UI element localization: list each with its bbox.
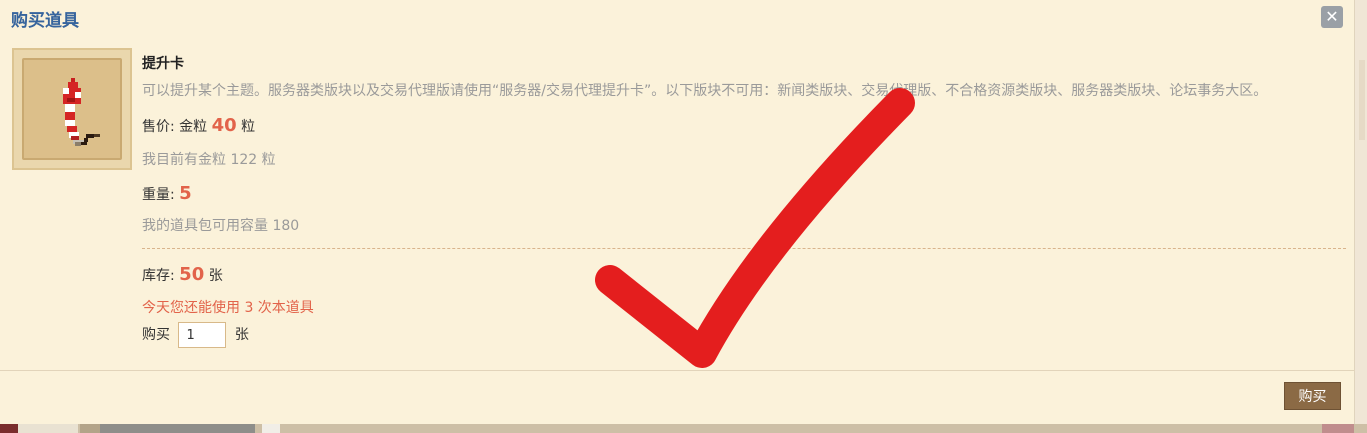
price-label: 售价:	[142, 119, 175, 135]
stock-value: 50	[179, 264, 205, 285]
price-row: 售价: 金粒 40 粒	[142, 115, 255, 136]
balance-text: 我目前有金粒 122 粒	[142, 152, 276, 168]
usage-note: 今天您还能使用 3 次本道具	[142, 300, 314, 316]
weight-row: 重量: 5	[142, 183, 192, 204]
dialog-title: 购买道具	[11, 11, 79, 31]
close-button[interactable]: ✕	[1321, 6, 1343, 28]
quantity-input[interactable]	[178, 322, 227, 348]
item-description: 可以提升某个主题。服务器类版块以及交易代理版请使用“服务器/交易代理提升卡”。以…	[142, 83, 1268, 99]
purchase-label: 购买	[142, 327, 170, 343]
price-unit: 粒	[241, 119, 256, 135]
item-image-frame	[12, 48, 132, 170]
purchase-row: 购买 张	[142, 322, 249, 348]
scrollbar-thumb[interactable]	[1359, 60, 1365, 140]
weight-label: 重量:	[142, 187, 175, 203]
footer-divider	[0, 370, 1354, 371]
stock-row: 库存: 50 张	[142, 264, 223, 285]
weight-value: 5	[179, 183, 192, 204]
buy-item-dialog: 购买道具 ✕ 提升卡 可以提升某个主题。服务器类版块以及交易代理版请使用“服务器…	[0, 0, 1354, 424]
close-icon: ✕	[1325, 7, 1339, 26]
price-value: 40	[211, 115, 237, 136]
stock-label: 库存:	[142, 268, 175, 284]
purchase-unit: 张	[234, 327, 249, 343]
section-divider	[142, 248, 1346, 249]
background-page-strip	[0, 424, 1367, 433]
item-name: 提升卡	[142, 56, 184, 72]
stock-unit: 张	[208, 268, 223, 284]
capacity-text: 我的道具包可用容量 180	[142, 218, 300, 234]
buy-button[interactable]: 购买	[1284, 382, 1341, 410]
price-currency: 金粒	[179, 119, 208, 135]
firecracker-icon	[63, 78, 100, 146]
page-scrollbar-edge	[1354, 0, 1367, 433]
